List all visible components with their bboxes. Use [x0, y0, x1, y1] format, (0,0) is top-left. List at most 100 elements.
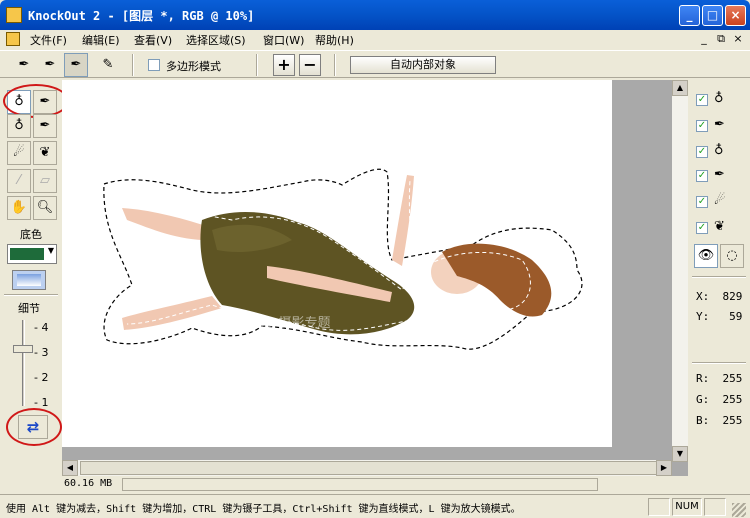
background-color-swatch	[10, 248, 44, 260]
smart-pen-tool[interactable]: ☄	[7, 141, 31, 165]
outside-object-pen-icon: ✒	[44, 57, 56, 72]
outside-object-pen-tool[interactable]: ✒	[38, 53, 62, 77]
menu-select-region[interactable]: 选择区域(S)	[186, 32, 246, 48]
show-image-button[interactable]: 👁︎	[694, 244, 718, 268]
smart-pen-icon: ☄	[714, 193, 726, 208]
layer-visibility-checkbox[interactable]: ✓	[696, 222, 708, 234]
document-icon[interactable]	[6, 32, 20, 46]
scroll-up-arrow-icon[interactable]: ▲	[672, 80, 688, 96]
menu-bar: 文件(F) 编辑(E) 查看(V) 选择区域(S) 窗口(W) 帮助(H) _ …	[0, 30, 750, 49]
scroll-left-arrow-icon[interactable]: ◀	[62, 460, 78, 476]
toolbar-separator	[334, 54, 336, 76]
layer-toggle-row: ✓ ✒	[696, 116, 746, 136]
inside-brush-icon: ♁	[714, 91, 724, 106]
image-canvas[interactable]: POCO 摄影专题	[62, 80, 612, 447]
auto-inner-object-button[interactable]: 自动内部对象	[350, 56, 496, 74]
detail-slider[interactable]: - 4 - 3 - 2 - 1	[8, 320, 58, 412]
outside-object-pen-icon: ✒	[39, 118, 51, 133]
polygon-mode-checkbox[interactable]	[148, 59, 160, 71]
scroll-down-arrow-icon[interactable]: ▼	[672, 446, 688, 462]
panel-divider	[4, 294, 58, 296]
window-title: KnockOut 2 - [图层 *, RGB @ 10%]	[28, 9, 255, 23]
feather-tool[interactable]: ❦	[33, 141, 57, 165]
scroll-thumb[interactable]	[80, 461, 670, 475]
inside-object-pen-tool-left[interactable]: ♁	[7, 114, 31, 138]
toolbar-separator	[132, 54, 134, 76]
annotation-circle	[6, 408, 62, 446]
menu-file[interactable]: 文件(F)	[30, 32, 67, 48]
hand-icon: ✋	[10, 200, 28, 215]
scroll-right-arrow-icon[interactable]: ▶	[656, 460, 672, 476]
touch-up-brush-tool[interactable]: ⁄	[7, 169, 31, 193]
layer-visibility-checkbox[interactable]: ✓	[696, 170, 708, 182]
tick-label: - 2	[34, 371, 49, 384]
menu-view[interactable]: 查看(V)	[134, 32, 172, 48]
detail-label: 细节	[18, 302, 40, 315]
polygon-mode-label: 多边形模式	[166, 60, 221, 73]
inside-object-pen-icon: ✒	[18, 57, 30, 72]
panel-divider	[692, 362, 746, 364]
layer-visibility-checkbox[interactable]: ✓	[696, 120, 708, 132]
panel-divider	[692, 276, 746, 278]
layer-visibility-checkbox[interactable]: ✓	[696, 196, 708, 208]
vertical-scrollbar[interactable]: ▲ ▼	[672, 80, 688, 462]
pencil-tool[interactable]: ✎	[96, 53, 120, 77]
mdi-restore-button[interactable]: ⧉	[714, 32, 728, 46]
menu-edit[interactable]: 编辑(E)	[82, 32, 120, 48]
minimize-button[interactable]: _	[679, 5, 700, 26]
status-cell	[648, 498, 670, 516]
layer-visibility-checkbox[interactable]: ✓	[696, 94, 708, 106]
slider-track	[22, 320, 25, 406]
layer-visibility-checkbox[interactable]: ✓	[696, 146, 708, 158]
x-readout: X: 829	[696, 290, 743, 303]
toolbar: ✒ ✒ ✒ ✎ 多边形模式 + − 自动内部对象	[0, 50, 750, 78]
memory-usage: 60.16 MB	[64, 478, 113, 489]
background-color-picker[interactable]: ▼	[7, 244, 57, 264]
mdi-close-button[interactable]: ×	[731, 32, 745, 46]
visibility-panel: ✓ ♁ ✓ ✒ ✓ ♁ ✓ ✒ ✓ ☄ ✓ ❦ 👁︎ ◌ X: 829 Y: 5…	[688, 80, 750, 492]
y-readout: Y: 59	[696, 310, 743, 323]
tools-panel: ♁ ✒ ♁ ✒ ☄ ❦ ⁄ ▱ ✋ 🔍︎ 底色 ▼ 细节 - 4 - 3 - 2…	[0, 80, 69, 492]
mdi-minimize-button[interactable]: _	[697, 32, 711, 46]
layer-toggle-row: ✓ ❦	[696, 218, 746, 238]
b-readout: B: 255	[696, 414, 743, 427]
status-bar: 使用 Alt 键为减去，Shift 键为增加，CTRL 键为镊子工具，Ctrl+…	[0, 494, 750, 518]
hand-tool[interactable]: ✋	[7, 196, 31, 220]
add-button[interactable]: +	[273, 54, 295, 76]
subtract-button[interactable]: −	[299, 54, 321, 76]
close-button[interactable]: ×	[725, 5, 746, 26]
workspace: POCO 摄影专题 ▲ ▼ ◀ ▶	[62, 80, 688, 476]
show-selection-button[interactable]: ◌	[720, 244, 744, 268]
maximize-button[interactable]: □	[702, 5, 723, 26]
annotation-circle	[3, 84, 69, 118]
background-color-label: 底色	[20, 228, 42, 241]
inside-object-pen-icon: ♁	[714, 143, 724, 158]
feather-icon: ❦	[714, 219, 725, 234]
menu-help[interactable]: 帮助(H)	[315, 32, 354, 48]
eraser-tool[interactable]: ▱	[33, 169, 57, 193]
horizontal-scrollbar[interactable]: ◀ ▶	[62, 460, 672, 476]
inside-object-pen-tool[interactable]: ✒	[12, 53, 36, 77]
r-readout: R: 255	[696, 372, 743, 385]
feather-icon: ❦	[39, 145, 51, 160]
slider-thumb[interactable]	[13, 345, 33, 353]
resize-grip[interactable]	[732, 503, 746, 517]
brush-icon: ⁄	[17, 173, 21, 188]
outside-object-pen-tool-left[interactable]: ✒	[33, 114, 57, 138]
watermark-text: POCO 摄影专题	[237, 316, 331, 331]
inside-outside-pen-tool[interactable]: ✒	[64, 53, 88, 77]
app-icon[interactable]	[6, 7, 22, 23]
lasso-icon: ◌	[726, 248, 738, 263]
layer-toggle-row: ✓ ☄	[696, 192, 746, 212]
pencil-icon: ✎	[102, 57, 114, 72]
menu-window[interactable]: 窗口(W)	[263, 32, 304, 48]
zoom-tool[interactable]: 🔍︎	[33, 196, 57, 220]
layer-toggle-row: ✓ ♁	[696, 90, 746, 110]
inside-outside-pen-icon: ✒	[70, 57, 82, 72]
title-bar: KnockOut 2 - [图层 *, RGB @ 10%] _ □ ×	[0, 0, 750, 30]
lower-leg	[122, 296, 222, 330]
inside-object-pen-icon: ♁	[14, 118, 24, 133]
layer-toggle-row: ✓ ♁	[696, 142, 746, 162]
progress-field	[122, 478, 598, 491]
background-image-button[interactable]	[12, 270, 46, 290]
